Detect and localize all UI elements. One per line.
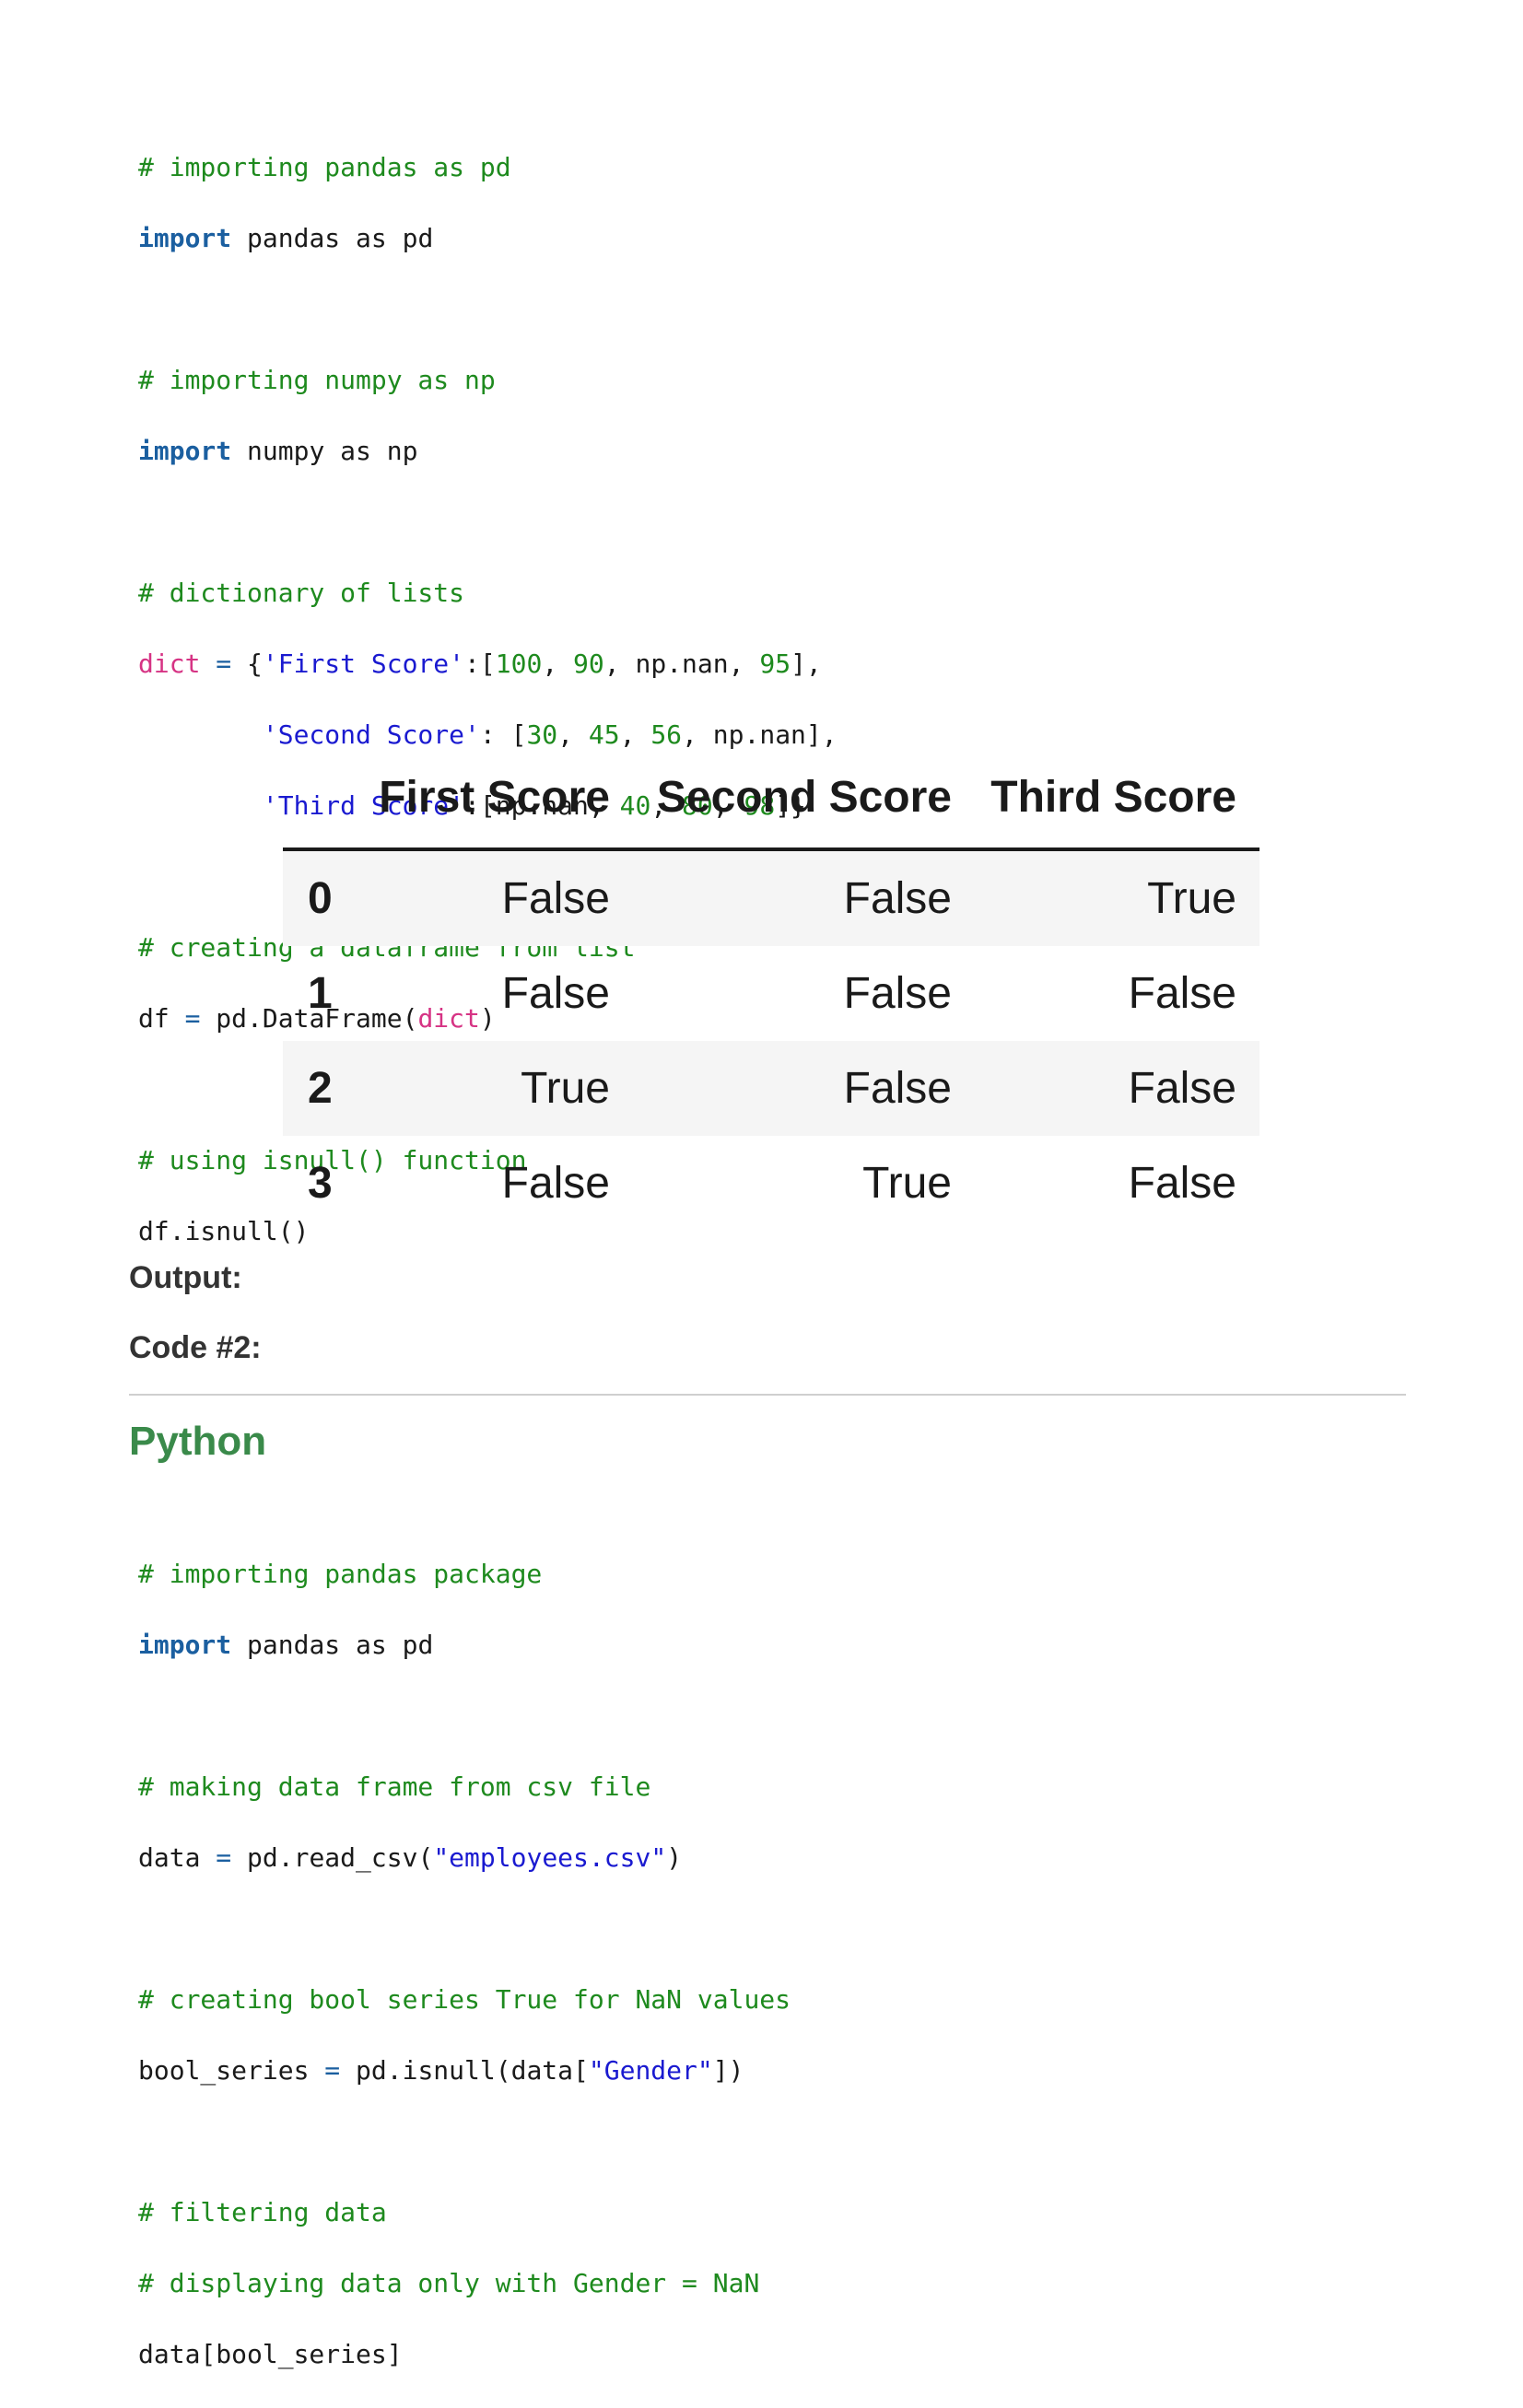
code-line: # dictionary of lists [138, 577, 465, 608]
code-line: # creating bool series True for NaN valu… [138, 1983, 791, 2015]
column-header-second-score: Second Score [656, 773, 952, 822]
code-line: # importing pandas as pd [138, 151, 511, 182]
table-cell: False [501, 969, 610, 1018]
table-header: First Score Second Score Third Score [283, 755, 1259, 851]
code-line: # making data frame from csv file [138, 1771, 651, 1802]
column-header-third-score: Third Score [990, 773, 1236, 822]
output-dataframe-table: First Score Second Score Third Score 0 F… [283, 755, 1259, 1231]
table-cell: False [1128, 1159, 1236, 1208]
output-label: Output: [129, 1260, 242, 1295]
table-cell: True [521, 1064, 610, 1113]
code-line: data[bool_series] [138, 2338, 403, 2369]
code-line: data = pd.read_csv("employees.csv") [138, 1841, 683, 1873]
table-row: 2 True False False [283, 1041, 1259, 1136]
code-2-label: Code #2: [129, 1330, 262, 1365]
table-cell: True [862, 1159, 952, 1208]
table-row: 1 False False False [283, 946, 1259, 1041]
row-index: 2 [308, 1064, 333, 1113]
code-line: # importing numpy as np [138, 364, 496, 395]
table-cell: False [501, 874, 610, 923]
table-cell: False [843, 1064, 952, 1113]
row-index: 0 [308, 874, 333, 923]
table-row: 0 False False True [283, 851, 1259, 946]
code-line: import pandas as pd [138, 222, 434, 253]
language-heading: Python [129, 1419, 267, 1464]
table-cell: False [843, 874, 952, 923]
code-line: # displaying data only with Gender = NaN [138, 2267, 760, 2298]
row-index: 1 [308, 969, 333, 1018]
code-line: 'Second Score': [30, 45, 56, np.nan], [262, 719, 838, 750]
table-cell: False [501, 1159, 610, 1208]
column-header-first-score: First Score [379, 773, 610, 822]
code-line: import numpy as np [138, 435, 418, 466]
table-row: 3 False True False [283, 1136, 1259, 1231]
code-line: # importing pandas package [138, 1558, 543, 1589]
code-block-2: # importing pandas package import pandas… [138, 1521, 791, 2408]
code-line: import pandas as pd [138, 1629, 434, 1660]
section-divider [129, 1394, 1406, 1396]
table-cell: True [1147, 874, 1236, 923]
table-cell: False [1128, 1064, 1236, 1113]
row-index: 3 [308, 1159, 333, 1208]
code-line: bool_series = pd.isnull(data["Gender"]) [138, 2054, 744, 2086]
code-line: # filtering data [138, 2196, 387, 2227]
code-line: dict = {'First Score':[100, 90, np.nan, … [138, 648, 822, 679]
table-cell: False [1128, 969, 1236, 1018]
table-cell: False [843, 969, 952, 1018]
